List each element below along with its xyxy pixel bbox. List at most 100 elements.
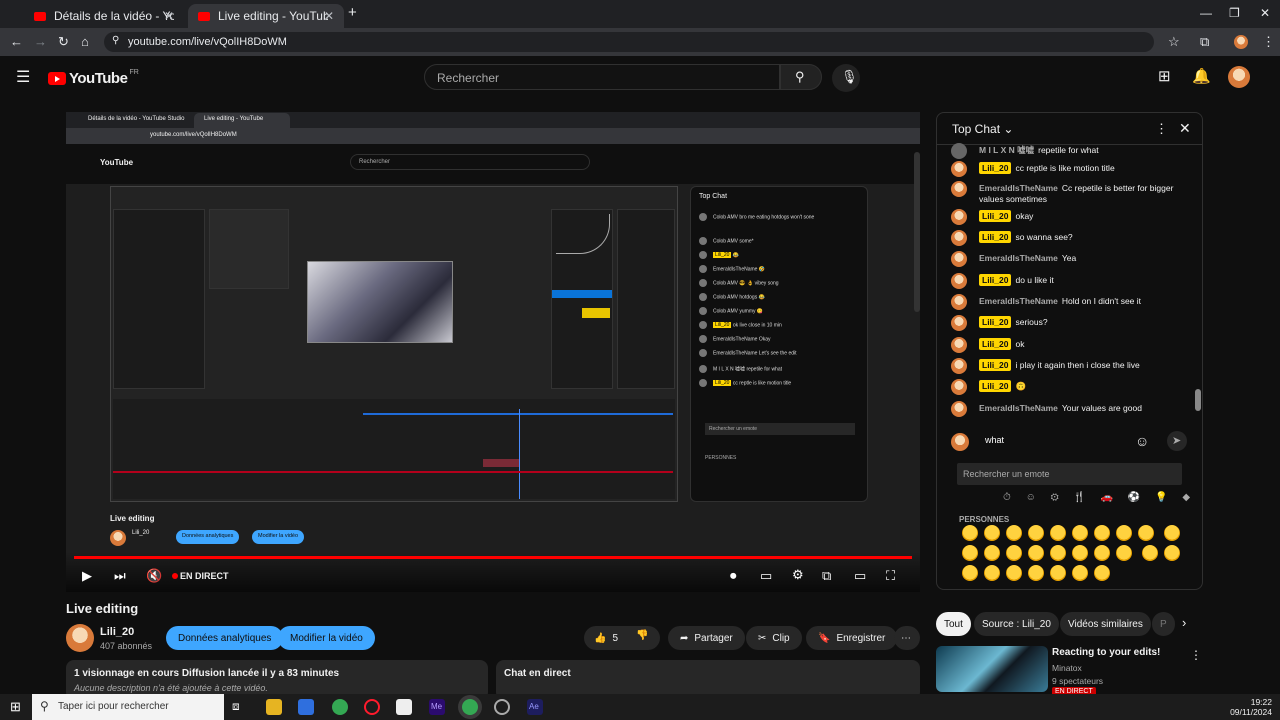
chevron-right-icon[interactable]: › bbox=[1182, 615, 1186, 630]
site-info-icon[interactable]: ⚲ bbox=[112, 35, 119, 46]
send-icon[interactable]: ➤ bbox=[1167, 431, 1187, 451]
thumbs-up-icon[interactable]: 👍 bbox=[594, 633, 606, 644]
extensions-icon[interactable]: ⧉ bbox=[1200, 34, 1209, 50]
browser-tab-studio[interactable]: Détails de la vidéo - YouTube Studio ✕ bbox=[24, 4, 184, 28]
suggestion-channel[interactable]: Minatox bbox=[1052, 663, 1082, 673]
youtube-logo[interactable]: YouTube FR bbox=[48, 69, 139, 87]
media-encoder-icon[interactable]: Me bbox=[429, 699, 445, 715]
edit-video-button[interactable]: Modifier la vidéo bbox=[278, 626, 375, 650]
analytics-button[interactable]: Données analytiques bbox=[166, 626, 284, 650]
emoji-icon[interactable] bbox=[1138, 525, 1154, 541]
address-bar[interactable]: ⚲ youtube.com/live/vQolIH8DoWM bbox=[104, 32, 1154, 52]
emoji-icon[interactable] bbox=[1006, 565, 1022, 581]
emoji-icon[interactable] bbox=[1028, 565, 1044, 581]
chrome-icon[interactable] bbox=[332, 699, 348, 715]
after-effects-icon[interactable]: Ae bbox=[527, 699, 543, 715]
emoji-icon[interactable] bbox=[1116, 545, 1132, 561]
minimize-icon[interactable]: — bbox=[1200, 6, 1212, 20]
close-tab-icon[interactable]: ✕ bbox=[324, 9, 334, 23]
emoji-icon[interactable] bbox=[1072, 565, 1088, 581]
forward-icon[interactable]: → bbox=[34, 34, 47, 49]
suggestion-thumbnail[interactable] bbox=[936, 646, 1048, 692]
emoji-icon[interactable] bbox=[1164, 525, 1181, 541]
voice-search-button[interactable]: 🎙 bbox=[832, 64, 860, 92]
emoji-icon[interactable] bbox=[1164, 545, 1181, 561]
suggestion-title[interactable]: Reacting to your edits! bbox=[1052, 647, 1160, 658]
back-icon[interactable]: ← bbox=[10, 34, 23, 49]
filter-chip-similar[interactable]: Vidéos similaires bbox=[1060, 612, 1151, 636]
file-explorer-icon[interactable] bbox=[266, 699, 282, 715]
emoji-icon[interactable] bbox=[1050, 525, 1066, 541]
emoji-icon[interactable] bbox=[1028, 545, 1044, 561]
settings-gear-icon[interactable]: ⚙ bbox=[792, 567, 804, 583]
next-icon[interactable]: ⏭ bbox=[114, 568, 126, 584]
close-window-icon[interactable]: ✕ bbox=[1260, 6, 1270, 20]
app-icon[interactable] bbox=[298, 699, 314, 715]
filter-chip-more[interactable]: P bbox=[1152, 612, 1175, 636]
fullscreen-icon[interactable]: ⛶ bbox=[886, 568, 895, 584]
emoji-icon[interactable] bbox=[1050, 565, 1066, 581]
video-player[interactable]: Détails de la vidéo - YouTube Studio Liv… bbox=[66, 112, 920, 592]
emoji-icon[interactable] bbox=[1094, 545, 1110, 561]
subtitles-icon[interactable]: ▭ bbox=[760, 568, 772, 584]
emoji-picker-icon[interactable]: ☺ bbox=[1135, 433, 1149, 449]
hamburger-menu-icon[interactable]: ☰ bbox=[16, 67, 30, 87]
emoji-icon[interactable] bbox=[1006, 545, 1022, 561]
emoji-icon[interactable] bbox=[1094, 565, 1110, 581]
share-button[interactable]: ➦ Partager bbox=[668, 626, 745, 650]
chrome-active-icon[interactable] bbox=[462, 699, 478, 715]
account-avatar[interactable] bbox=[1228, 66, 1250, 88]
opera-icon[interactable] bbox=[364, 699, 380, 715]
task-view-icon[interactable]: ⧈ bbox=[232, 699, 248, 715]
search-input[interactable]: Rechercher bbox=[424, 64, 780, 90]
maximize-icon[interactable]: ❐ bbox=[1229, 6, 1240, 20]
chat-mode-selector[interactable]: Top Chat ⌄ bbox=[952, 122, 1013, 136]
emoji-icon[interactable] bbox=[962, 565, 978, 581]
chat-menu-icon[interactable]: ⋮ bbox=[1155, 121, 1168, 137]
autoplay-toggle-icon[interactable]: ⏺ bbox=[730, 568, 737, 584]
home-icon[interactable]: ⌂ bbox=[81, 34, 89, 49]
live-indicator[interactable]: EN DIRECT bbox=[180, 571, 229, 581]
new-tab-icon[interactable]: + bbox=[348, 4, 357, 21]
close-chat-icon[interactable]: ✕ bbox=[1179, 120, 1191, 137]
clip-button[interactable]: ✂ Clip bbox=[746, 626, 802, 650]
emoji-icon[interactable] bbox=[1028, 525, 1044, 541]
notifications-bell-icon[interactable]: 🔔 bbox=[1192, 67, 1211, 85]
emoji-icon[interactable] bbox=[984, 565, 1000, 581]
emote-category-icons[interactable]: ⏱ ☺ ⚙ 🍴 🚗 ⚽ 💡 ◆ bbox=[1003, 492, 1196, 503]
emoji-icon[interactable] bbox=[1094, 525, 1110, 541]
play-icon[interactable]: ▶ bbox=[82, 568, 92, 584]
search-button[interactable]: ⚲ bbox=[780, 64, 822, 90]
channel-avatar[interactable] bbox=[66, 624, 94, 652]
filter-chip-all[interactable]: Tout bbox=[936, 612, 971, 636]
windows-start-icon[interactable]: ⊞ bbox=[10, 699, 21, 715]
chat-scrollbar[interactable] bbox=[1195, 389, 1201, 411]
obs-icon[interactable] bbox=[494, 699, 510, 715]
emoji-icon[interactable] bbox=[1116, 525, 1132, 541]
profile-avatar[interactable] bbox=[1234, 35, 1248, 49]
close-tab-icon[interactable]: ✕ bbox=[164, 9, 174, 23]
miniplayer-icon[interactable]: ⧉ bbox=[822, 568, 831, 584]
filter-chip-source[interactable]: Source : Lili_20 bbox=[974, 612, 1059, 636]
emoji-icon[interactable] bbox=[962, 545, 978, 561]
capcut-icon[interactable] bbox=[396, 699, 412, 715]
emoji-icon[interactable] bbox=[984, 525, 1000, 541]
thumbs-down-icon[interactable]: 👎 bbox=[636, 630, 648, 641]
mute-icon[interactable]: 🔇 bbox=[146, 568, 162, 584]
bookmark-star-icon[interactable]: ☆ bbox=[1168, 34, 1180, 50]
emoji-icon[interactable] bbox=[1072, 525, 1088, 541]
emoji-icon[interactable] bbox=[1050, 545, 1066, 561]
chat-message-input[interactable]: what bbox=[973, 427, 1149, 453]
emoji-icon[interactable] bbox=[962, 525, 978, 541]
create-icon[interactable]: ⊞ bbox=[1158, 67, 1171, 85]
save-button[interactable]: 🔖 Enregistrer bbox=[806, 626, 898, 650]
system-clock[interactable]: 19:22 09/11/2024 bbox=[1230, 697, 1272, 717]
theater-mode-icon[interactable]: ▭ bbox=[854, 568, 866, 584]
emote-search-input[interactable]: Rechercher un emote bbox=[957, 463, 1182, 485]
suggestion-menu-icon[interactable]: ⋮ bbox=[1190, 648, 1202, 662]
browser-menu-icon[interactable]: ⋮ bbox=[1262, 34, 1275, 50]
emoji-icon[interactable] bbox=[1006, 525, 1022, 541]
taskbar-search-input[interactable]: ⚲ Taper ici pour rechercher bbox=[32, 694, 224, 720]
emoji-icon[interactable] bbox=[1072, 545, 1088, 561]
progress-bar[interactable] bbox=[74, 556, 912, 559]
